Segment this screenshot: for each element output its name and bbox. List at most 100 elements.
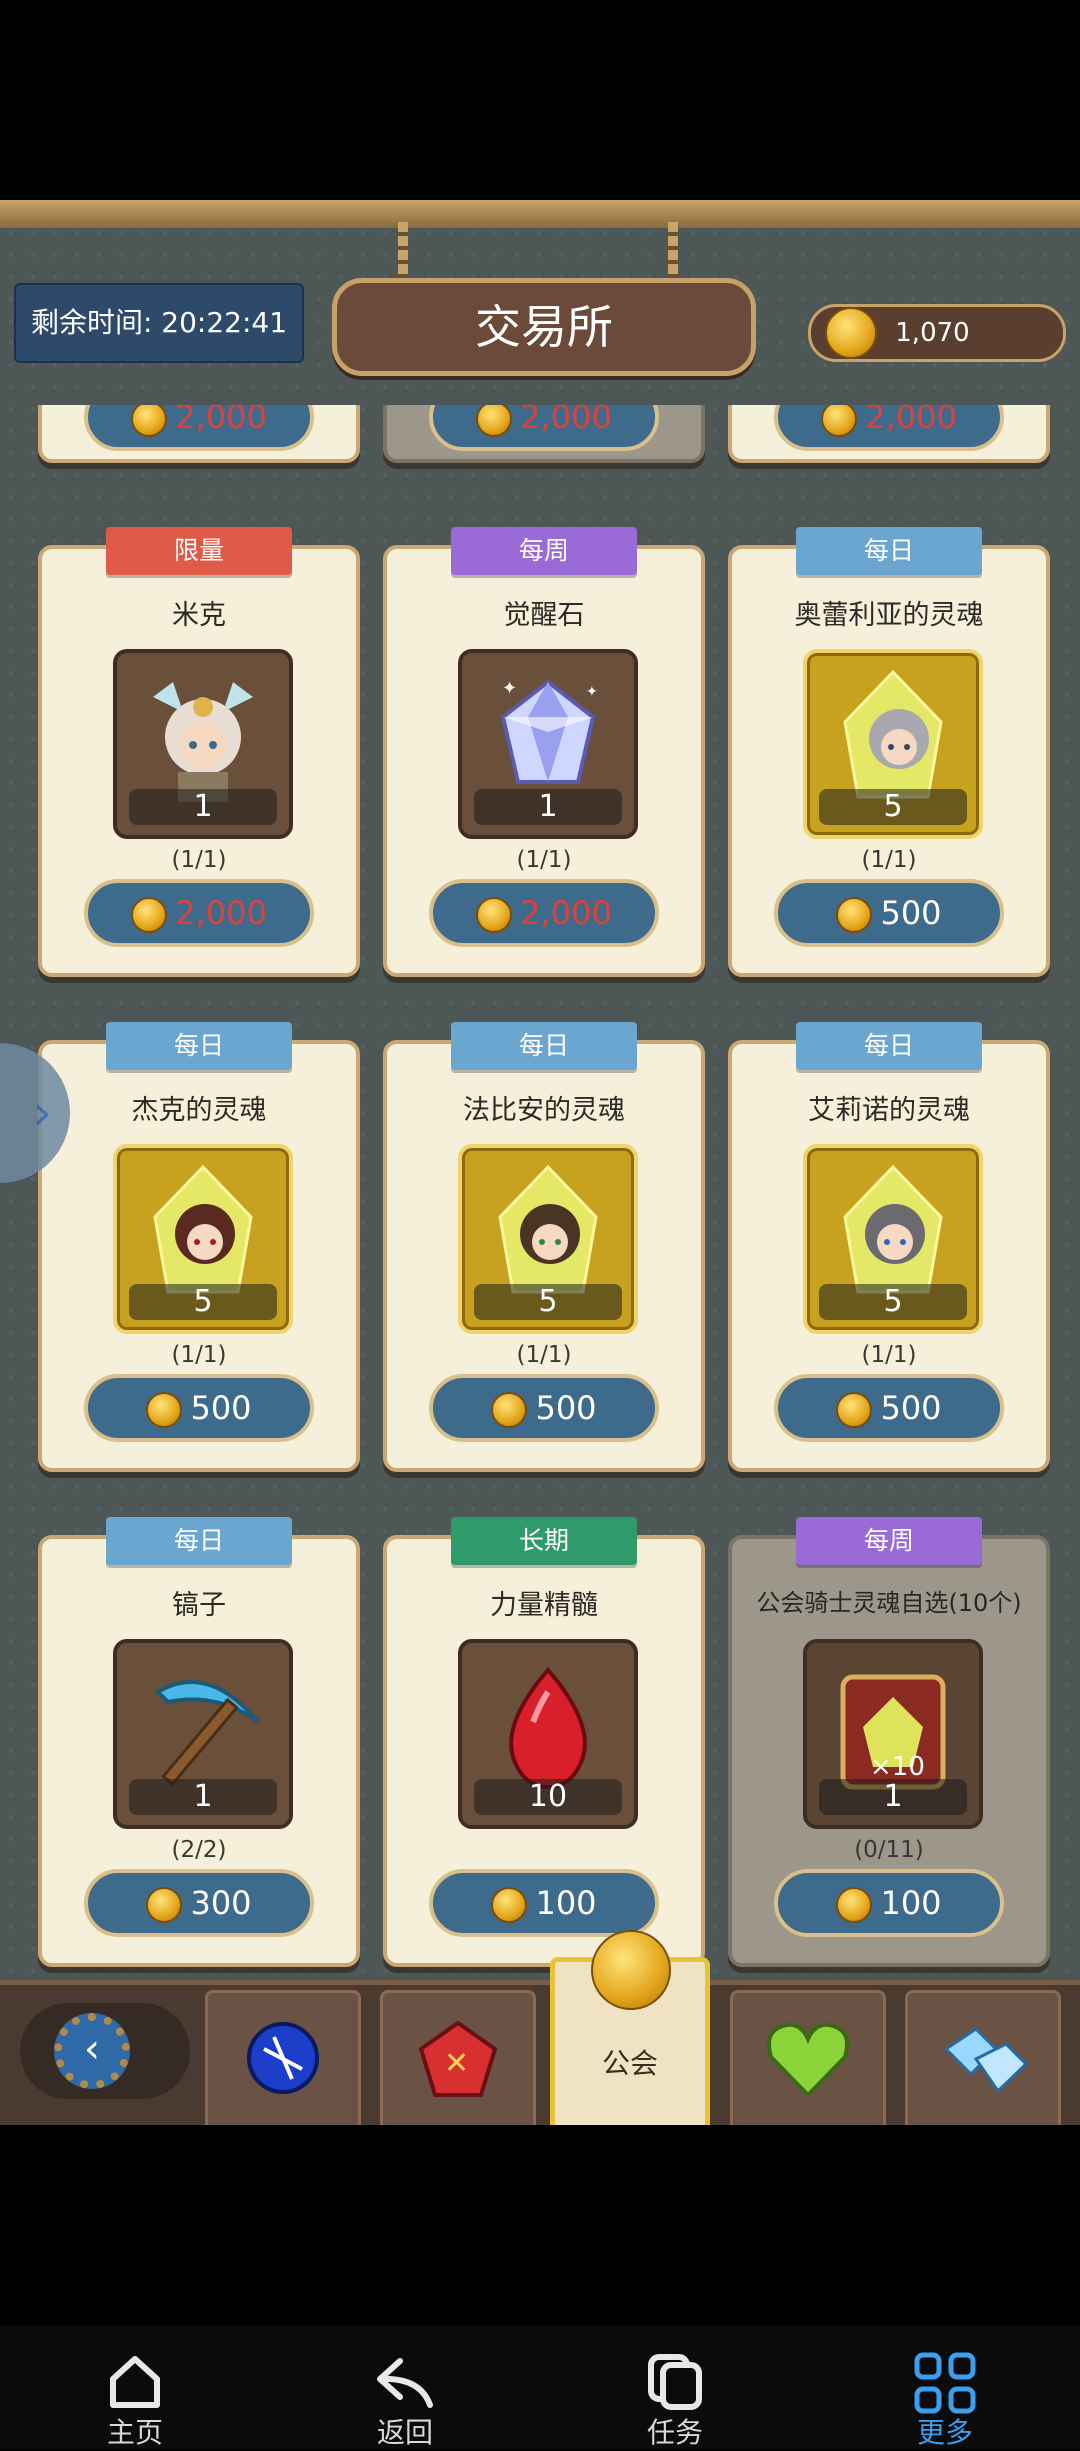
- item-title: 力量精髓: [490, 1590, 598, 1621]
- purchase-limit: (1/1): [861, 847, 917, 873]
- price-value: 2,000: [865, 405, 957, 436]
- pickaxe-icon: [154, 1679, 260, 1786]
- nav-back[interactable]: 返回: [315, 2325, 495, 2449]
- item-title: 奥蕾利亚的灵魂: [794, 600, 984, 631]
- back-tab[interactable]: ‹: [20, 2003, 190, 2099]
- price-button[interactable]: 500: [84, 1374, 314, 1442]
- coin-icon: [491, 1392, 528, 1428]
- shop-item-card[interactable]: 每日 艾莉诺的灵魂 5 (1/1) 500: [728, 1022, 1050, 1472]
- soul-chest-icon: ×10: [840, 1674, 946, 1790]
- item-frame: 1: [113, 1639, 293, 1829]
- nav-label: 任务: [646, 2416, 703, 2449]
- price-value: 500: [880, 894, 942, 932]
- coin-icon: [491, 1887, 528, 1923]
- badge-daily: 每日: [451, 1022, 637, 1070]
- nav-label: 主页: [106, 2416, 163, 2449]
- item-quantity: 5: [474, 1284, 622, 1320]
- nav-home[interactable]: 主页: [45, 2325, 225, 2449]
- coin-icon: [146, 1887, 183, 1923]
- tab-red-badge[interactable]: ✕: [380, 1990, 536, 2125]
- nav-tasks[interactable]: 任务: [585, 2325, 765, 2449]
- item-frame: ×10 1: [803, 1639, 983, 1829]
- diamonds-icon: [943, 2027, 1029, 2094]
- currency-display: 1,070: [808, 304, 1066, 362]
- coin-icon: [836, 1392, 873, 1428]
- remaining-time: 剩余时间: 20:22:41: [14, 283, 304, 363]
- badge-daily: 每日: [106, 1517, 292, 1565]
- shop-item-card[interactable]: 每日 杰克的灵魂 5 (1/1) 500: [38, 1022, 360, 1472]
- price-button[interactable]: 500: [429, 1374, 659, 1442]
- price-button[interactable]: 2,000: [774, 405, 1004, 451]
- coin-icon: [825, 306, 877, 359]
- shop-category-bar: ‹ ✕ 公会: [0, 1930, 1080, 2125]
- tab-diamonds[interactable]: [905, 1990, 1061, 2125]
- item-title: 法比安的灵魂: [463, 1095, 625, 1126]
- soul-crystal-icon: [843, 1164, 943, 1294]
- partial-card[interactable]: 2,000: [38, 405, 360, 463]
- price-button[interactable]: 500: [774, 879, 1004, 947]
- partial-card[interactable]: 2,000: [383, 405, 705, 463]
- shop-item-card[interactable]: 每周 觉醒石 ✦ ✦ 1 (1/1) 2,000: [383, 527, 705, 977]
- tab-guild[interactable]: 公会: [550, 1930, 710, 2125]
- coin-icon: [836, 1887, 873, 1923]
- shop-item-card[interactable]: 每周 公会骑士灵魂自选(10个) ×10 1 (0/11) 100: [728, 1517, 1050, 1967]
- badge-daily: 每日: [796, 1022, 982, 1070]
- guild-coin-icon: [591, 1930, 671, 2010]
- nav-label: 更多: [916, 2416, 973, 2449]
- price-value: 500: [880, 1389, 942, 1427]
- item-quantity: 1: [129, 1779, 277, 1815]
- price-value: 500: [190, 1389, 252, 1427]
- price-button[interactable]: 2,000: [84, 879, 314, 947]
- price-button[interactable]: 100: [429, 1869, 659, 1937]
- price-button[interactable]: 2,000: [429, 405, 659, 451]
- price-value: 100: [880, 1884, 942, 1922]
- badge-weekly: 每周: [796, 1517, 982, 1565]
- blue-orb-icon: [247, 2022, 319, 2094]
- price-value: 2,000: [175, 894, 267, 932]
- item-frame: 5: [113, 1144, 293, 1334]
- badge-daily: 每日: [796, 527, 982, 575]
- badge-daily: 每日: [106, 1022, 292, 1070]
- badge-weekly: 每周: [451, 527, 637, 575]
- green-heart-icon: [767, 2022, 849, 2098]
- price-button[interactable]: 100: [774, 1869, 1004, 1937]
- shop-item-card[interactable]: 每日 法比安的灵魂 5 (1/1) 500: [383, 1022, 705, 1472]
- coin-icon: [131, 405, 168, 437]
- currency-amount: 1,070: [895, 318, 970, 348]
- shop-item-card[interactable]: 每日 镐子 1 (2/2) 300: [38, 1517, 360, 1967]
- purchase-limit: (1/1): [171, 1342, 227, 1368]
- crystal-gem-icon: ✦ ✦: [500, 678, 598, 784]
- price-button[interactable]: 500: [774, 1374, 1004, 1442]
- coin-icon: [836, 897, 873, 933]
- purchase-limit: (1/1): [516, 847, 572, 873]
- partial-card[interactable]: 2,000: [728, 405, 1050, 463]
- red-gem-icon: [509, 1666, 587, 1789]
- tab-green-heart[interactable]: [730, 1990, 886, 2125]
- price-button[interactable]: 300: [84, 1869, 314, 1937]
- badge-limited: 限量: [106, 527, 292, 575]
- back-arrow-icon: ‹: [54, 2013, 130, 2089]
- shop-item-card[interactable]: 长期 力量精髓 10 100: [383, 1517, 705, 1967]
- item-frame: 5: [458, 1144, 638, 1334]
- coin-icon: [476, 405, 513, 437]
- item-quantity: 1: [819, 1779, 967, 1815]
- chain-left: [398, 222, 408, 282]
- tasks-icon: [648, 2354, 702, 2410]
- purchase-limit: (0/11): [854, 1837, 924, 1863]
- shop-item-card[interactable]: 限量 米克 1 (1/1) 2,000: [38, 527, 360, 977]
- exchange-screen: 剩余时间: 20:22:41 交易所 1,070 2,000 2,000 2,0…: [0, 200, 1080, 2125]
- price-value: 2,000: [175, 405, 267, 436]
- price-value: 500: [535, 1389, 597, 1427]
- item-frame: 10: [458, 1639, 638, 1829]
- item-title: 觉醒石: [503, 600, 585, 631]
- price-button[interactable]: 2,000: [84, 405, 314, 451]
- item-quantity: 1: [129, 789, 277, 825]
- tab-blue-orb[interactable]: [205, 1990, 361, 2125]
- shop-item-card[interactable]: 每日 奥蕾利亚的灵魂 5 (1/1) 500: [728, 527, 1050, 977]
- top-border: [0, 200, 1080, 228]
- price-button[interactable]: 2,000: [429, 879, 659, 947]
- nav-more[interactable]: 更多: [855, 2325, 1035, 2449]
- item-frame: 5: [803, 649, 983, 839]
- item-frame: 5: [803, 1144, 983, 1334]
- price-value: 300: [190, 1884, 252, 1922]
